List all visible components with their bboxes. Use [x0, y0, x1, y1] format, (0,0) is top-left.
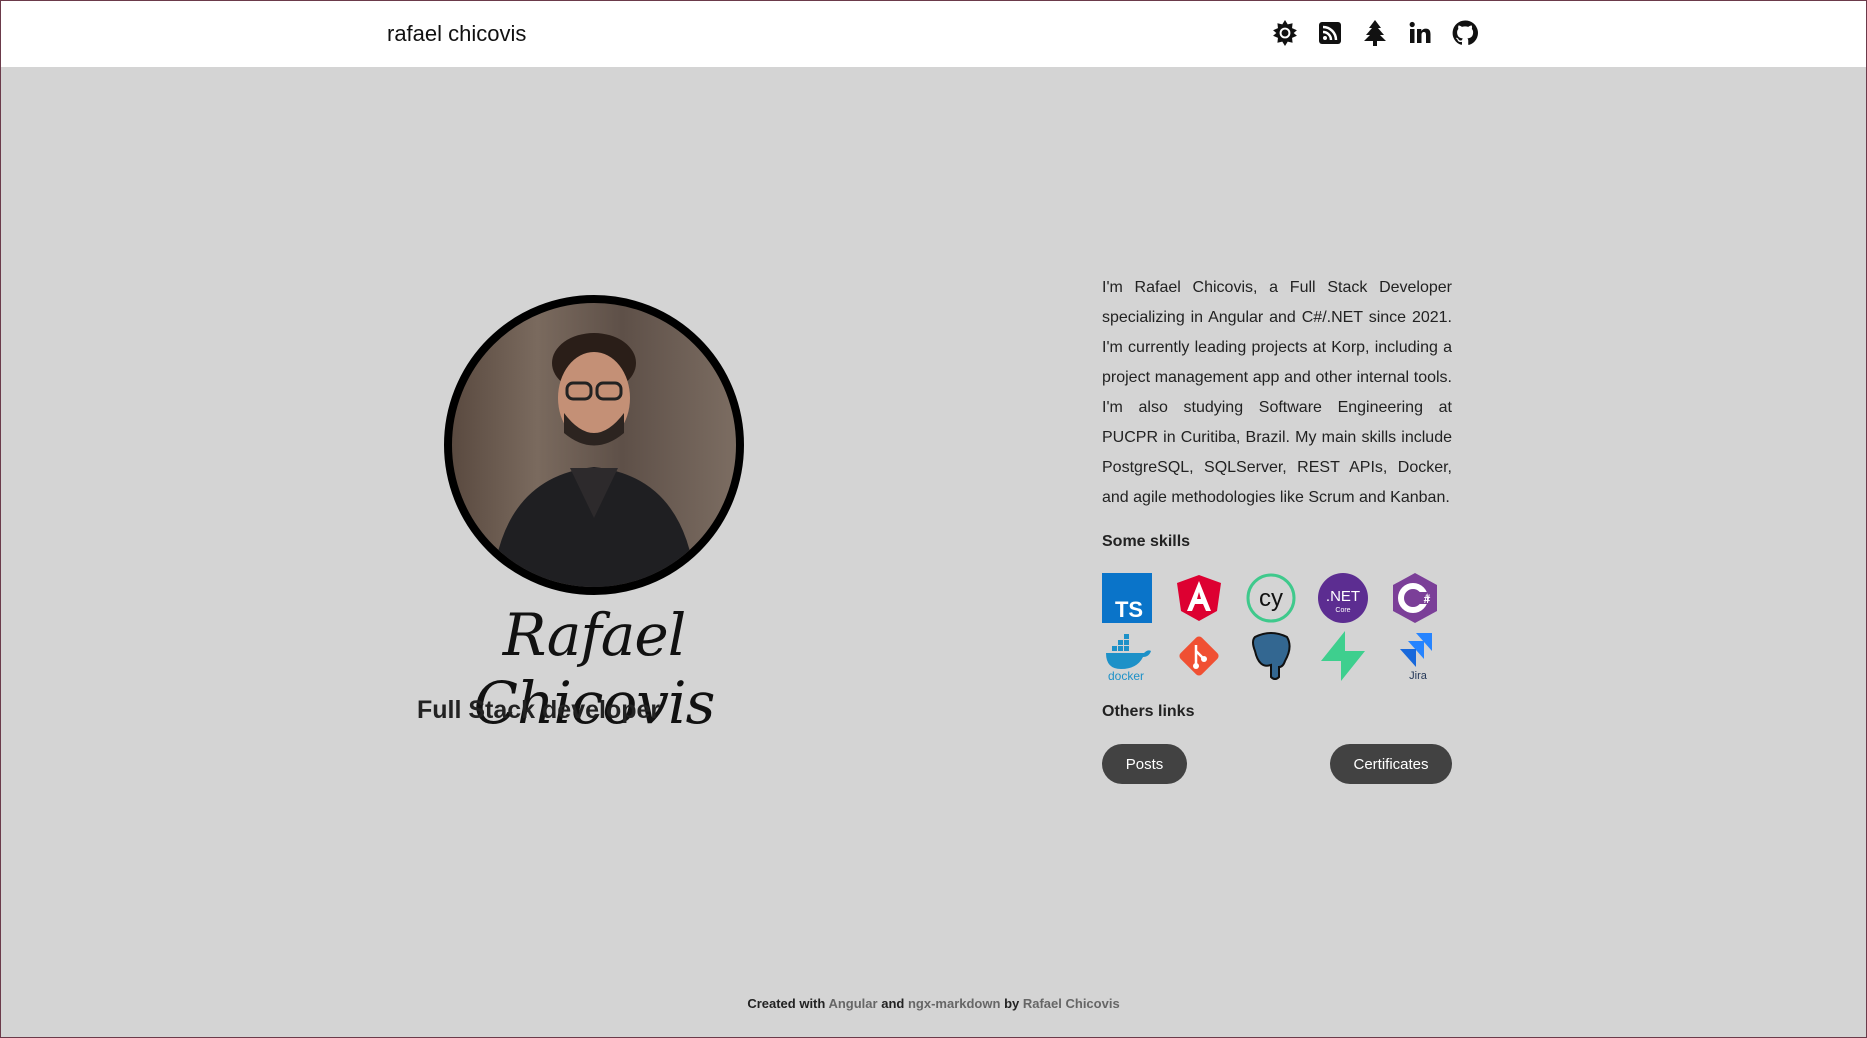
tree-icon[interactable] [1361, 19, 1389, 47]
angular-link[interactable]: Angular [828, 996, 877, 1011]
role-title: Full Stack developer [417, 696, 661, 724]
jira-icon: Jira [1390, 631, 1440, 681]
linkedin-icon[interactable] [1406, 19, 1434, 47]
dotnet-core-icon: .NET Core [1318, 573, 1368, 623]
svg-text:TS: TS [1115, 597, 1143, 622]
footer: Created with Angular and ngx-markdown by… [1, 996, 1866, 1011]
rss-icon[interactable] [1316, 19, 1344, 47]
csharp-icon: # [1390, 573, 1440, 623]
git-icon [1174, 631, 1224, 681]
svg-text:Core: Core [1335, 607, 1350, 614]
ngx-markdown-link[interactable]: ngx-markdown [908, 996, 1000, 1011]
skills-heading: Some skills [1102, 533, 1191, 550]
site-title[interactable]: rafael chicovis [387, 21, 526, 47]
top-bar: rafael chicovis [1, 1, 1866, 67]
supabase-icon [1318, 631, 1368, 681]
docker-icon: docker [1102, 631, 1152, 681]
profile-photo [444, 295, 744, 595]
theme-toggle-icon[interactable] [1271, 19, 1299, 47]
svg-text:cy: cy [1259, 585, 1283, 612]
svg-text:Jira: Jira [1409, 670, 1428, 681]
svg-text:.NET: .NET [1326, 588, 1360, 605]
footer-text: Created with [747, 996, 826, 1011]
svg-text:docker: docker [1108, 669, 1144, 681]
footer-text: and [881, 996, 905, 1011]
skills-grid: TS cy .NET Core # docker Jira [1102, 573, 1440, 681]
author-link[interactable]: Rafael Chicovis [1023, 996, 1120, 1011]
footer-text: by [1004, 996, 1020, 1011]
angular-icon [1174, 573, 1224, 623]
links-heading: Others links [1102, 703, 1195, 720]
github-icon[interactable] [1451, 19, 1479, 47]
svg-text:#: # [1424, 592, 1431, 606]
cypress-icon: cy [1246, 573, 1296, 623]
certificates-button[interactable]: Certificates [1330, 744, 1452, 784]
posts-button[interactable]: Posts [1102, 744, 1187, 784]
typescript-icon: TS [1102, 573, 1152, 623]
about-text: I'm Rafael Chicovis, a Full Stack Develo… [1102, 279, 1452, 506]
postgresql-icon [1246, 631, 1296, 681]
